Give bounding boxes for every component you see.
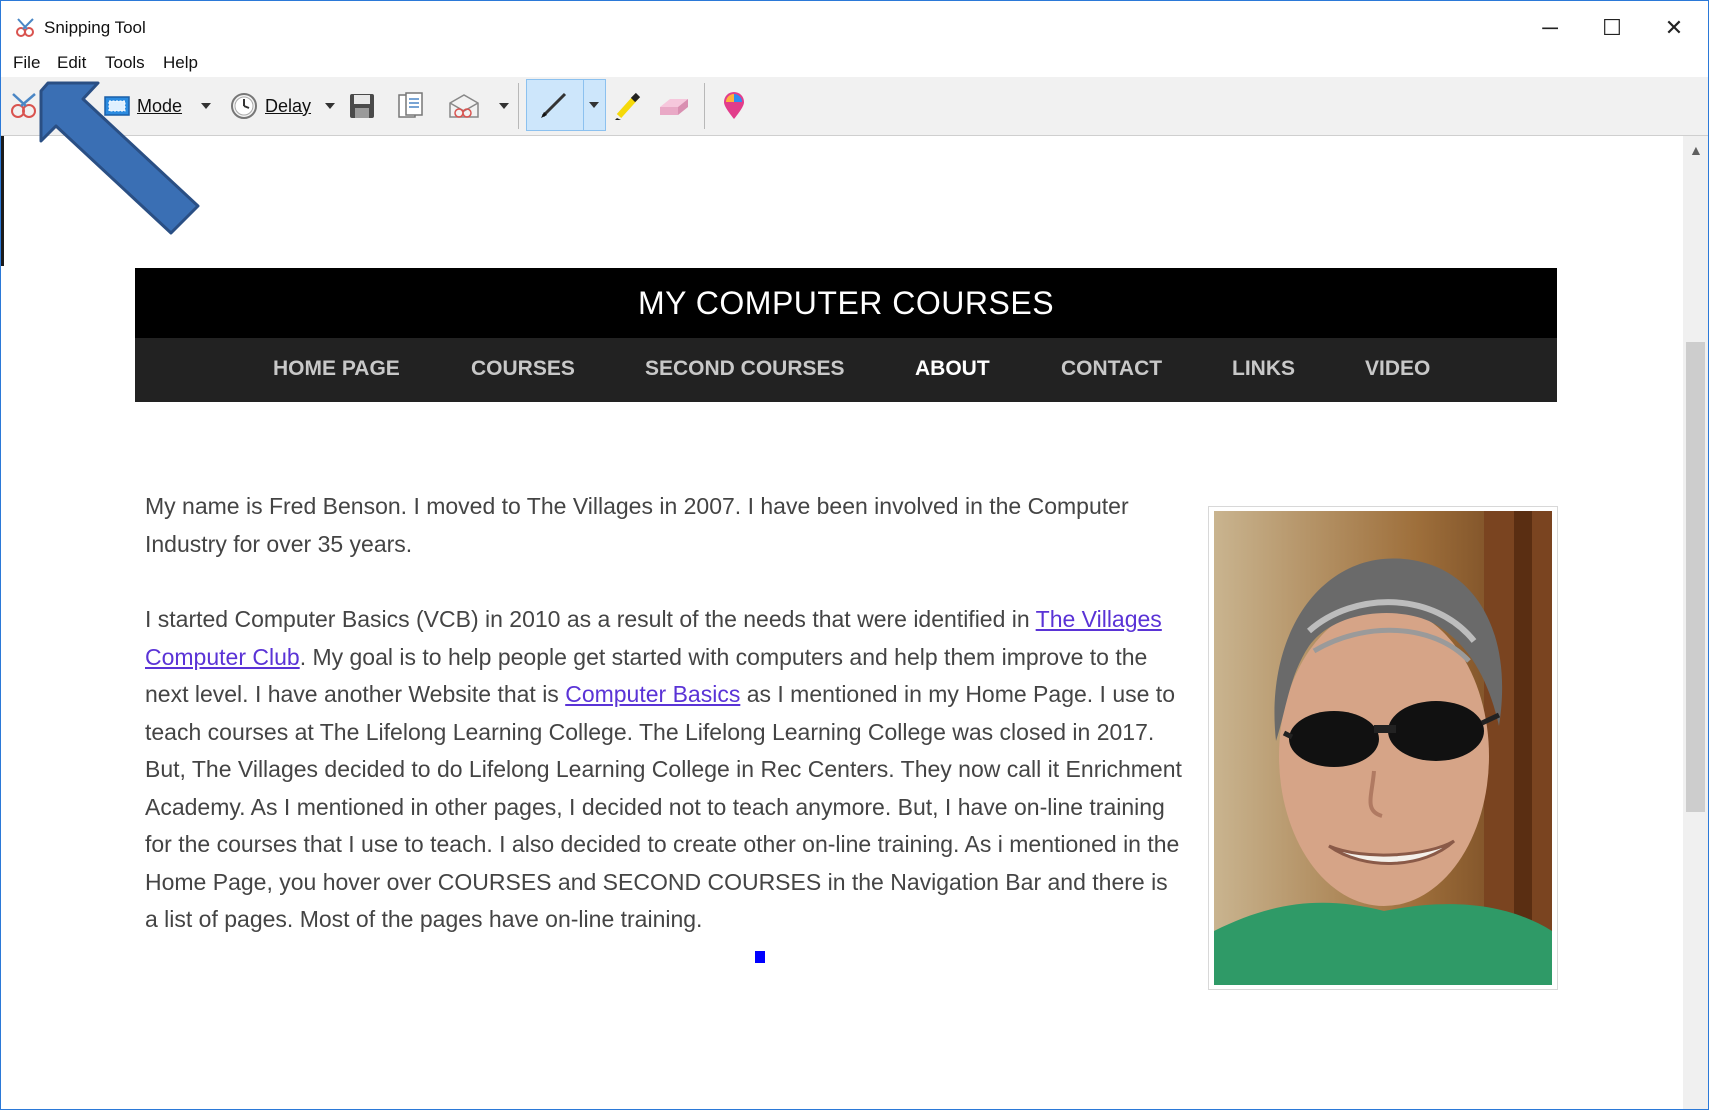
send-dropdown-arrow[interactable] bbox=[499, 77, 509, 135]
body-text-c: as I mentioned in my Home Page. I use to… bbox=[145, 681, 1182, 932]
toolbar-separator bbox=[518, 83, 519, 129]
window-title: Snipping Tool bbox=[44, 18, 146, 37]
profile-photo bbox=[1208, 506, 1558, 990]
intro-paragraph: My name is Fred Benson. I moved to The V… bbox=[145, 493, 1129, 557]
nav-second-courses[interactable]: SECOND COURSES bbox=[645, 357, 845, 381]
save-icon bbox=[350, 94, 374, 118]
site-nav: HOME PAGE COURSES SECOND COURSES ABOUT C… bbox=[135, 338, 1557, 402]
vertical-scrollbar[interactable]: ▲ bbox=[1683, 136, 1708, 1109]
nav-video[interactable]: VIDEO bbox=[1365, 357, 1430, 381]
eraser-button[interactable] bbox=[657, 77, 691, 135]
snipping-tool-window: Snipping Tool ─ ☐ ✕ File Edit Tools Help… bbox=[0, 0, 1709, 1110]
toolbar-separator bbox=[704, 83, 705, 129]
chevron-down-icon bbox=[499, 103, 509, 109]
delay-dropdown-arrow[interactable] bbox=[325, 77, 335, 135]
site-header: MY COMPUTER COURSES bbox=[135, 268, 1557, 338]
chevron-down-icon bbox=[325, 103, 335, 109]
maximize-button[interactable]: ☐ bbox=[1581, 1, 1643, 55]
chevron-down-icon bbox=[201, 103, 211, 109]
new-snip-icon bbox=[11, 93, 36, 118]
chevron-down-icon[interactable] bbox=[589, 102, 599, 108]
send-snip-button[interactable] bbox=[447, 77, 481, 135]
menu-bar: File Edit Tools Help bbox=[1, 49, 1708, 79]
copy-icon bbox=[398, 92, 423, 118]
delay-clock-icon bbox=[231, 93, 257, 119]
send-snip-icon bbox=[449, 94, 479, 118]
site-title: MY COMPUTER COURSES bbox=[637, 284, 1055, 321]
new-snip-button[interactable] bbox=[9, 77, 39, 135]
mode-label: Mode bbox=[137, 95, 183, 116]
delay-label: Delay bbox=[265, 95, 312, 116]
scroll-up-icon[interactable]: ▲ bbox=[1689, 142, 1703, 158]
nav-courses[interactable]: COURSES bbox=[471, 357, 575, 381]
copy-button[interactable] bbox=[397, 77, 425, 135]
profile-photo-image bbox=[1214, 511, 1552, 985]
toolbar: Mode Delay bbox=[1, 77, 1708, 136]
highlighter-icon bbox=[615, 92, 641, 120]
menu-edit[interactable]: Edit bbox=[57, 53, 86, 73]
highlighter-button[interactable] bbox=[611, 77, 641, 135]
pen-split-divider bbox=[583, 80, 584, 130]
body-paragraph: I started Computer Basics (VCB) in 2010 … bbox=[145, 601, 1185, 939]
body-text-a: I started Computer Basics (VCB) in 2010 … bbox=[145, 606, 1036, 632]
minimize-button[interactable]: ─ bbox=[1519, 1, 1581, 55]
save-snip-button[interactable] bbox=[349, 77, 375, 135]
snipping-tool-icon bbox=[16, 18, 34, 37]
delay-button[interactable]: Delay bbox=[229, 77, 311, 135]
nav-home-page[interactable]: HOME PAGE bbox=[273, 357, 400, 381]
nav-links[interactable]: LINKS bbox=[1232, 357, 1295, 381]
close-button[interactable]: ✕ bbox=[1643, 1, 1705, 55]
mode-dropdown-arrow[interactable] bbox=[201, 77, 211, 135]
menu-file[interactable]: File bbox=[13, 53, 40, 73]
eraser-icon bbox=[660, 99, 688, 115]
text-cursor bbox=[755, 951, 765, 963]
link-computer-basics[interactable]: Computer Basics bbox=[565, 681, 740, 707]
portrait-illustration bbox=[1214, 511, 1552, 985]
nav-contact[interactable]: CONTACT bbox=[1061, 357, 1162, 381]
mode-icon bbox=[104, 96, 130, 116]
nav-about[interactable]: ABOUT bbox=[915, 357, 990, 381]
left-edge-strip bbox=[1, 136, 4, 266]
menu-tools[interactable]: Tools bbox=[105, 53, 145, 73]
pen-icon bbox=[541, 92, 567, 118]
paint3d-button[interactable] bbox=[721, 77, 747, 135]
paint3d-icon bbox=[724, 92, 744, 119]
mode-button[interactable]: Mode bbox=[103, 77, 182, 135]
pen-tool-group[interactable] bbox=[526, 79, 606, 131]
scroll-thumb[interactable] bbox=[1686, 342, 1705, 812]
snip-canvas: MY COMPUTER COURSES HOME PAGE COURSES SE… bbox=[1, 136, 1683, 1109]
title-bar: Snipping Tool ─ ☐ ✕ bbox=[1, 1, 1708, 55]
menu-help[interactable]: Help bbox=[163, 53, 198, 73]
